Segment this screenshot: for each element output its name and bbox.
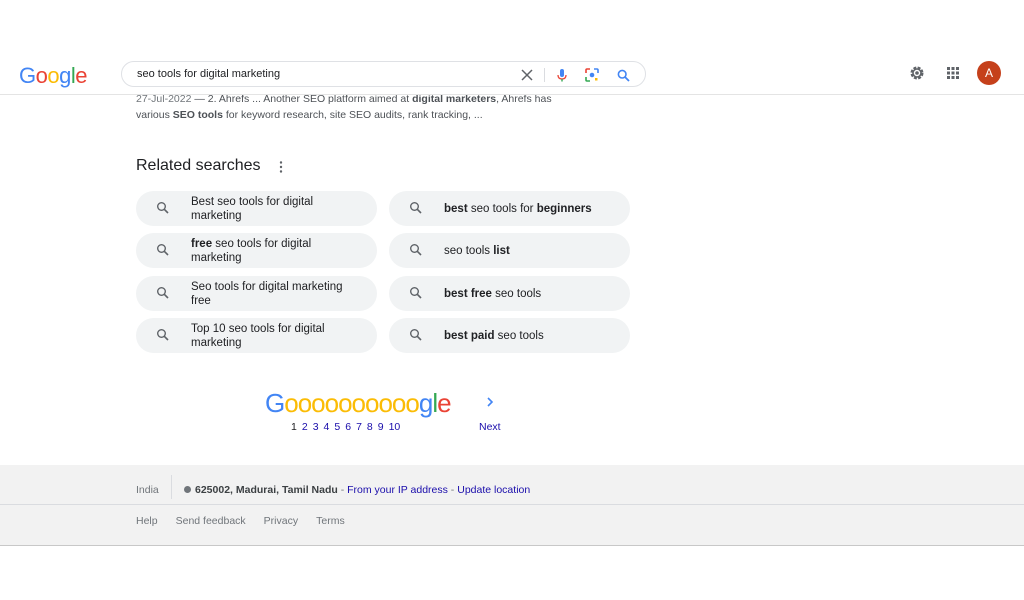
- footer-links: Help Send feedback Privacy Terms: [136, 515, 363, 527]
- header-bar: Google seo tools for digital marketing A: [0, 51, 1024, 94]
- lens-icon[interactable]: [583, 66, 601, 84]
- footer-country: India: [136, 484, 159, 496]
- related-chip[interactable]: best free seo tools: [389, 276, 630, 311]
- location-dot-icon: [184, 486, 191, 493]
- search-divider: [544, 68, 545, 82]
- related-chip[interactable]: seo tools list: [389, 233, 630, 268]
- page-numbers: 1 2 3 4 5 6 7 8 9 10: [291, 421, 405, 433]
- page-number[interactable]: 3: [313, 421, 319, 433]
- search-icon: [409, 328, 423, 342]
- terms-link[interactable]: Terms: [316, 515, 345, 527]
- chip-label: seo tools list: [444, 244, 510, 257]
- search-icon: [409, 201, 423, 215]
- page-number[interactable]: 8: [367, 421, 373, 433]
- related-chip[interactable]: Seo tools for digital marketing free: [136, 276, 377, 311]
- related-chip[interactable]: Top 10 seo tools for digital marketing: [136, 318, 377, 353]
- related-chip[interactable]: best seo tools for beginners: [389, 191, 630, 226]
- mic-icon[interactable]: [553, 66, 571, 84]
- more-options-icon[interactable]: [276, 160, 286, 174]
- footer: India 625002, Madurai, Tamil Nadu - From…: [0, 465, 1024, 546]
- chip-label: Best seo tools for digital marketing: [191, 195, 314, 222]
- chip-label: best paid seo tools: [444, 329, 544, 342]
- chip-label: Top 10 seo tools for digital marketing: [191, 322, 325, 349]
- update-location-link[interactable]: Update location: [457, 484, 530, 496]
- snippet-date: 27-Jul-2022: [136, 93, 192, 105]
- page-number[interactable]: 10: [389, 421, 401, 433]
- search-box: [121, 61, 646, 87]
- search-icon: [156, 286, 170, 300]
- page-number[interactable]: 4: [324, 421, 330, 433]
- related-chip[interactable]: Best seo tools for digital marketing: [136, 191, 377, 226]
- footer-location-row: India 625002, Madurai, Tamil Nadu - From…: [0, 465, 1024, 505]
- chip-label: best seo tools for beginners: [444, 202, 592, 215]
- pagination-logo: Goooooooooogle: [265, 388, 452, 418]
- page-number[interactable]: 9: [378, 421, 384, 433]
- related-chip[interactable]: best paid seo tools: [389, 318, 630, 353]
- related-chip[interactable]: free seo tools for digital marketing: [136, 233, 377, 268]
- search-icon[interactable]: [614, 66, 632, 84]
- search-icon: [156, 201, 170, 215]
- chip-label: free seo tools for digital marketing: [191, 237, 312, 264]
- next-chevron-icon[interactable]: [484, 394, 496, 410]
- footer-divider: [171, 475, 172, 499]
- result-snippet: 27-Jul-2022 — 2. Ahrefs ... Another SEO …: [136, 93, 552, 121]
- chip-label: Seo tools for digital marketing free: [191, 280, 343, 307]
- clear-search-icon[interactable]: [518, 66, 536, 84]
- page-number[interactable]: 2: [302, 421, 308, 433]
- help-link[interactable]: Help: [136, 515, 158, 527]
- page-number[interactable]: 5: [334, 421, 340, 433]
- ip-address-link[interactable]: From your IP address: [347, 484, 448, 496]
- settings-gear-icon[interactable]: [906, 62, 928, 84]
- apps-grid-icon[interactable]: [942, 62, 964, 84]
- search-icon: [156, 243, 170, 257]
- chip-label: best free seo tools: [444, 287, 542, 300]
- page-number[interactable]: 6: [345, 421, 351, 433]
- page-number-current: 1: [291, 421, 297, 433]
- footer-location: 625002, Madurai, Tamil Nadu - From your …: [184, 484, 530, 496]
- search-icon: [409, 286, 423, 300]
- related-searches-heading: Related searches: [136, 157, 261, 174]
- next-link[interactable]: Next: [479, 421, 501, 433]
- search-icon: [409, 243, 423, 257]
- page-number[interactable]: 7: [356, 421, 362, 433]
- search-icon: [156, 328, 170, 342]
- privacy-link[interactable]: Privacy: [264, 515, 298, 527]
- send-feedback-link[interactable]: Send feedback: [176, 515, 246, 527]
- google-logo[interactable]: Google: [19, 63, 88, 89]
- account-avatar[interactable]: A: [977, 61, 1001, 85]
- search-input[interactable]: [137, 66, 507, 82]
